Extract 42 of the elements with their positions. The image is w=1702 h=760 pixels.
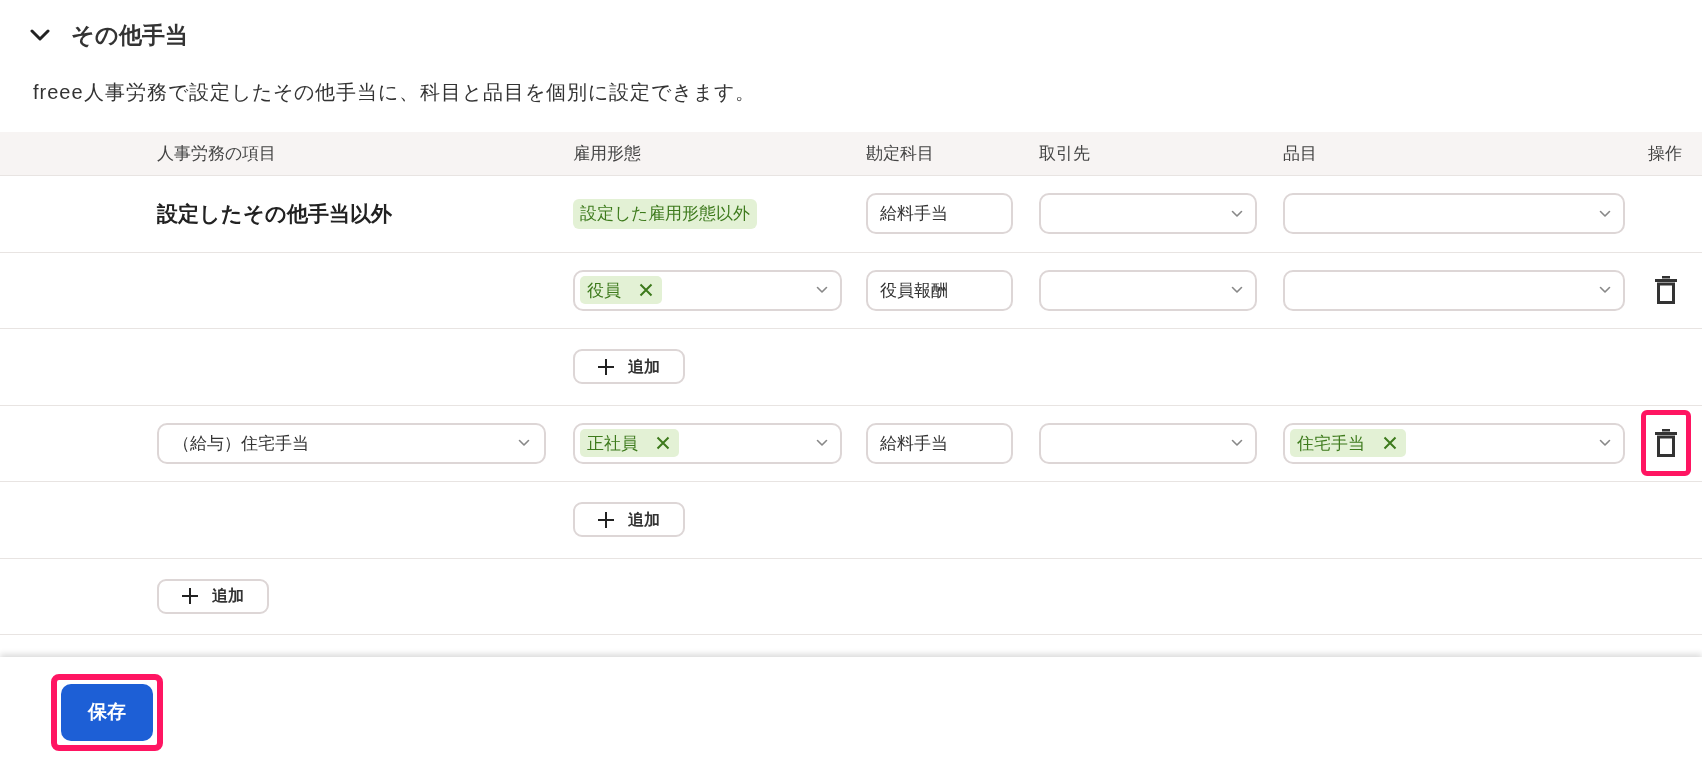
tag-label: 正社員	[587, 432, 638, 455]
column-header: 操作	[1648, 143, 1682, 163]
chevron-icon[interactable]	[30, 29, 50, 41]
tag-label: 役員	[587, 279, 621, 302]
save-button[interactable]: 保存	[61, 684, 153, 741]
account-field[interactable]: 給料手当	[866, 193, 1013, 235]
column-header: 品目	[1283, 143, 1317, 163]
remove-icon[interactable]	[1383, 436, 1397, 451]
add-button[interactable]: 追加	[573, 502, 685, 538]
chevron-down-icon	[816, 286, 828, 295]
item-label: 設定したその他手当以外	[157, 201, 392, 227]
employment-select[interactable]: 正社員	[573, 422, 842, 464]
tag-label: 住宅手当	[1297, 432, 1365, 455]
chevron-down-icon	[1231, 209, 1243, 218]
column-header: 勘定科目	[866, 143, 934, 163]
plus-icon	[598, 511, 614, 528]
chevron-down-icon	[1599, 209, 1611, 218]
column-header: 雇用形態	[573, 143, 641, 163]
account-field[interactable]: 役員報酬	[866, 269, 1013, 311]
chevron-down-icon	[816, 439, 828, 448]
remove-icon[interactable]	[656, 436, 670, 451]
trash-icon	[1655, 429, 1677, 458]
plus-icon	[182, 588, 198, 605]
product-select[interactable]: 住宅手当	[1283, 422, 1625, 464]
add-button[interactable]: 追加	[157, 578, 269, 614]
remove-icon[interactable]	[639, 283, 653, 298]
chevron-down-icon	[1599, 286, 1611, 295]
add-button[interactable]: 追加	[573, 349, 685, 385]
employment-tag: 設定した雇用形態以外	[573, 198, 757, 229]
chevron-down-icon	[1231, 439, 1243, 448]
column-header: 取引先	[1039, 143, 1090, 163]
item-select[interactable]: （給与）住宅手当	[157, 422, 546, 464]
column-header: 人事労務の項目	[157, 143, 276, 163]
chevron-down-icon	[1231, 286, 1243, 295]
plus-icon	[598, 358, 614, 375]
chevron-down-icon	[1599, 439, 1611, 448]
section-title: その他手当	[71, 20, 188, 50]
chevron-down-icon	[518, 439, 530, 448]
trash-icon	[1655, 276, 1677, 305]
employment-select[interactable]: 役員	[573, 269, 842, 311]
account-field[interactable]: 給料手当	[866, 422, 1013, 464]
section-description: freee人事労務で設定したその他手当に、科目と品目を個別に設定できます。	[33, 80, 756, 105]
